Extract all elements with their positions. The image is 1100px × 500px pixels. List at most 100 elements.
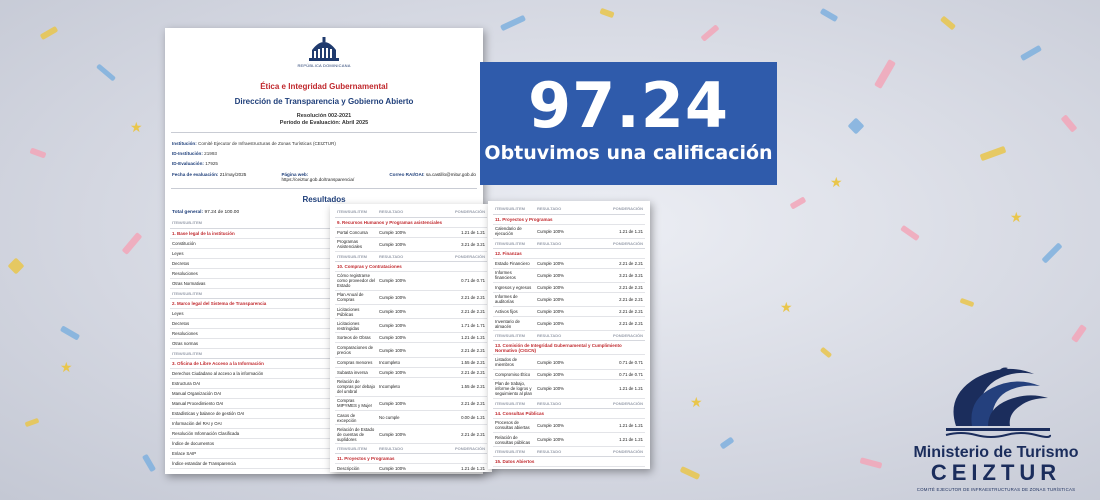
table-row: Evaluación Datos AbiertosCumple 100%5.00… bbox=[493, 466, 645, 469]
table-header-row: ITEM/SUB-ITEMRESULTADOPONDERACIÓN bbox=[335, 443, 487, 455]
divider bbox=[171, 132, 477, 133]
cell-weight: 2.21 de 2.21 bbox=[437, 396, 487, 412]
table-header-row: ITEM/SUB-ITEMRESULTADOPONDERACIÓN bbox=[493, 238, 645, 249]
emblem-caption: REPÚBLICA DOMINICANA bbox=[297, 63, 351, 68]
table-row: Ingresos y egresos Cumple 100% 2.21 de 2.2… bbox=[493, 282, 645, 293]
header-result: RESULTADO bbox=[535, 398, 595, 409]
header-item: ITEM/SUB-ITEM bbox=[335, 207, 377, 218]
confetti-piece bbox=[819, 346, 833, 359]
cell-label: Cómo registrarse como proveedor del Esta… bbox=[335, 271, 377, 291]
section-title: 11. Proyectos y Programas bbox=[335, 453, 487, 465]
cell-result: Cumple 100% bbox=[377, 367, 437, 378]
cell-weight: 1.21 de 1.21 bbox=[595, 432, 645, 448]
table-header-row: ITEM/SUB-ITEMRESULTADOPONDERACIÓN bbox=[493, 446, 645, 458]
star-icon: ★ bbox=[780, 300, 793, 316]
table-row: Informes de auditorías Cumple 100% 2.21 de… bbox=[493, 292, 645, 308]
cell-weight: 5.00 de 5.00 bbox=[595, 466, 645, 469]
table-row: Programas Asistenciales Cumple 100% 3.21 d… bbox=[335, 237, 487, 252]
cell-label: Compromiso Ético bbox=[493, 369, 535, 380]
cell-result: Cumple 100% bbox=[535, 379, 595, 399]
cell-result: Cumple 100% bbox=[535, 466, 595, 469]
confetti-piece bbox=[1019, 44, 1043, 62]
evaluation-meta-row: Fecha de evaluación: 21/may/2025 Página … bbox=[165, 172, 483, 182]
cell-result: Cumple 100% bbox=[535, 418, 595, 434]
institution-value: Comité Ejecutor de Infraestructuras de Z… bbox=[198, 141, 336, 146]
confetti-piece bbox=[874, 59, 896, 89]
table-row: Calendario de ejecución Cumple 100% 1.21 d… bbox=[493, 224, 645, 239]
section-row: 12. Finanzas bbox=[493, 248, 645, 259]
confetti-piece bbox=[679, 466, 701, 480]
section-title: 13. Comisión de Integridad Gubernamental… bbox=[493, 340, 645, 356]
cell-label: Inventario de almacén bbox=[493, 316, 535, 332]
cell-result: Cumple 100% bbox=[377, 237, 437, 252]
fecha-label: Fecha de evaluación: bbox=[172, 172, 219, 177]
table-row: Relación de compras por debajo del umbra… bbox=[335, 377, 487, 397]
cell-label: Informes financieros bbox=[493, 268, 535, 283]
cell-weight: 2.21 de 2.21 bbox=[595, 316, 645, 332]
cell-result: Cumple 100% bbox=[377, 342, 437, 358]
document-title: Ética e Integridad Gubernamental bbox=[260, 82, 388, 91]
cell-weight: 2.21 de 2.21 bbox=[437, 304, 487, 320]
cell-label: Estado Financiero bbox=[493, 258, 535, 269]
confetti-piece bbox=[847, 117, 865, 135]
header-result: RESULTADO bbox=[377, 443, 437, 455]
confetti-piece bbox=[859, 457, 883, 469]
divider bbox=[171, 188, 477, 189]
cell-weight: 2.21 de 2.21 bbox=[595, 282, 645, 293]
section-row: 10. Compras y Contrataciones bbox=[335, 261, 487, 272]
cell-weight: 1.21 de 1.21 bbox=[437, 227, 487, 238]
cell-result: Cumple 100% bbox=[535, 354, 595, 370]
cell-label: Licitaciones restringidas bbox=[335, 318, 377, 334]
cell-label: Plan Anual de Compras bbox=[335, 290, 377, 306]
institution-label: Institución: bbox=[172, 141, 197, 146]
section-row: 11. Proyectos y Programas bbox=[493, 214, 645, 225]
confetti-piece bbox=[700, 24, 720, 42]
cell-result: Cumple 100% bbox=[535, 292, 595, 308]
ceiztur-logo-icon bbox=[945, 367, 1052, 438]
ceiztur-logo: Ministerio de Turismo CEIZTUR COMITÉ EJE… bbox=[906, 356, 1086, 496]
cell-weight: 2.21 de 2.21 bbox=[437, 367, 487, 378]
section-row: 13. Comisión de Integridad Gubernamental… bbox=[493, 340, 645, 356]
header-item: ITEM/SUB-ITEM bbox=[493, 330, 535, 342]
correo-label: Correo RAI/OAI: bbox=[389, 172, 425, 177]
confetti-piece bbox=[24, 417, 40, 428]
cell-weight: 1.21 de 1.21 bbox=[595, 379, 645, 399]
cell-label: Descripción bbox=[335, 463, 377, 472]
correo-value: sa.castillo@mitur.gob.do bbox=[425, 172, 476, 177]
cell-label: Listados de miembros bbox=[493, 354, 535, 370]
star-icon: ★ bbox=[60, 360, 73, 376]
id-evaluacion-label: ID-Evaluación: bbox=[172, 161, 204, 166]
section-title: 12. Finanzas bbox=[493, 248, 645, 259]
header-result: RESULTADO bbox=[377, 251, 437, 262]
header-item: ITEM/SUB-ITEM bbox=[493, 238, 535, 249]
table-row: Portal Concursa Cumple 100% 1.21 de 1.21 bbox=[335, 227, 487, 238]
table-row: Inventario de almacén Cumple 100% 2.21 de … bbox=[493, 316, 645, 332]
header-result: RESULTADO bbox=[377, 207, 437, 218]
table-header-row: ITEM/SUB-ITEMRESULTADOPONDERACIÓN bbox=[493, 398, 645, 409]
table-row: Compromiso Ético Cumple 100% 0.71 de 0.71 bbox=[493, 369, 645, 380]
section-row: 11. Proyectos y Programas bbox=[335, 453, 487, 465]
cell-weight: 1.21 de 1.21 bbox=[437, 332, 487, 344]
table-row: Licitaciones Públicas Cumple 100% 2.21 de … bbox=[335, 304, 487, 320]
confetti-piece bbox=[939, 15, 957, 31]
cell-label: Procesos de consultas abiertas bbox=[493, 418, 535, 434]
confetti-piece bbox=[1070, 324, 1088, 343]
header-item: ITEM/SUB-ITEM bbox=[493, 204, 535, 215]
cell-weight: 0.00 de 1.21 bbox=[437, 410, 487, 426]
cell-label: Subasta inversa bbox=[335, 367, 377, 378]
id-evaluacion-value: 17925 bbox=[205, 161, 218, 166]
cell-result: Cumple 100% bbox=[535, 258, 595, 269]
confetti-piece bbox=[599, 7, 615, 19]
score-value: 97.24 bbox=[527, 69, 730, 142]
cell-result: Cumple 100% bbox=[535, 268, 595, 283]
section-title: 14. Consultas Públicas bbox=[493, 408, 645, 419]
table-row: Sorteos de Obras Cumple 100% 1.21 de 1.21 bbox=[335, 332, 487, 344]
table-row: Plan Anual de Compras Cumple 100% 2.21 de … bbox=[335, 290, 487, 306]
section-row: 9. Recursos Humanos y Programas asistenc… bbox=[335, 217, 487, 228]
confetti-piece bbox=[819, 7, 839, 23]
total-value: 97.24 de 100.00 bbox=[204, 210, 240, 215]
table-row: Casos de excepción No cumple 0.00 de 1.21 bbox=[335, 410, 487, 426]
header-item: ITEM/SUB-ITEM bbox=[335, 251, 377, 262]
confetti-piece bbox=[499, 14, 527, 32]
score-caption: Obtuvimos una calificación bbox=[484, 142, 773, 164]
